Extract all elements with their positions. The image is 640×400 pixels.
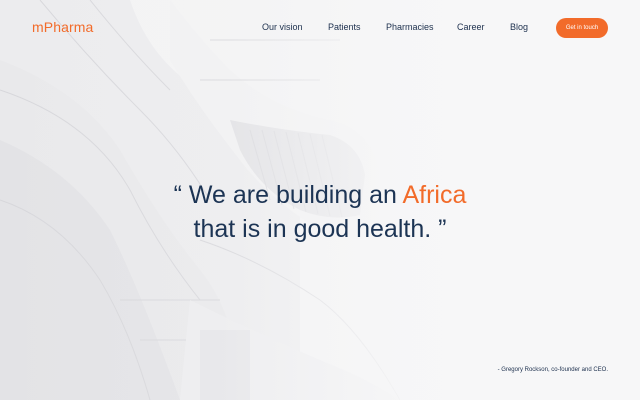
quote-line-1: “ We are building an Africa	[0, 178, 640, 212]
nav-link-our-vision[interactable]: Our vision	[262, 22, 303, 32]
hero-quote: “ We are building an Africa that is in g…	[0, 178, 640, 246]
nav-link-pharmacies[interactable]: Pharmacies	[386, 22, 434, 32]
quote-line-2: that is in good health. ”	[193, 215, 447, 243]
quote-highlight: Africa	[402, 181, 467, 209]
quote-text-start: “ We are building an	[173, 181, 403, 209]
nav-link-patients[interactable]: Patients	[328, 22, 361, 32]
top-navigation: mPharma Our vision Patients Pharmacies C…	[0, 0, 640, 56]
get-in-touch-button[interactable]: Get in touch	[556, 18, 608, 38]
nav-link-career[interactable]: Career	[457, 22, 485, 32]
nav-link-blog[interactable]: Blog	[510, 22, 528, 32]
brand-logo[interactable]: mPharma	[32, 19, 93, 35]
quote-attribution: - Gregory Rockson, co-founder and CEO.	[497, 367, 608, 373]
